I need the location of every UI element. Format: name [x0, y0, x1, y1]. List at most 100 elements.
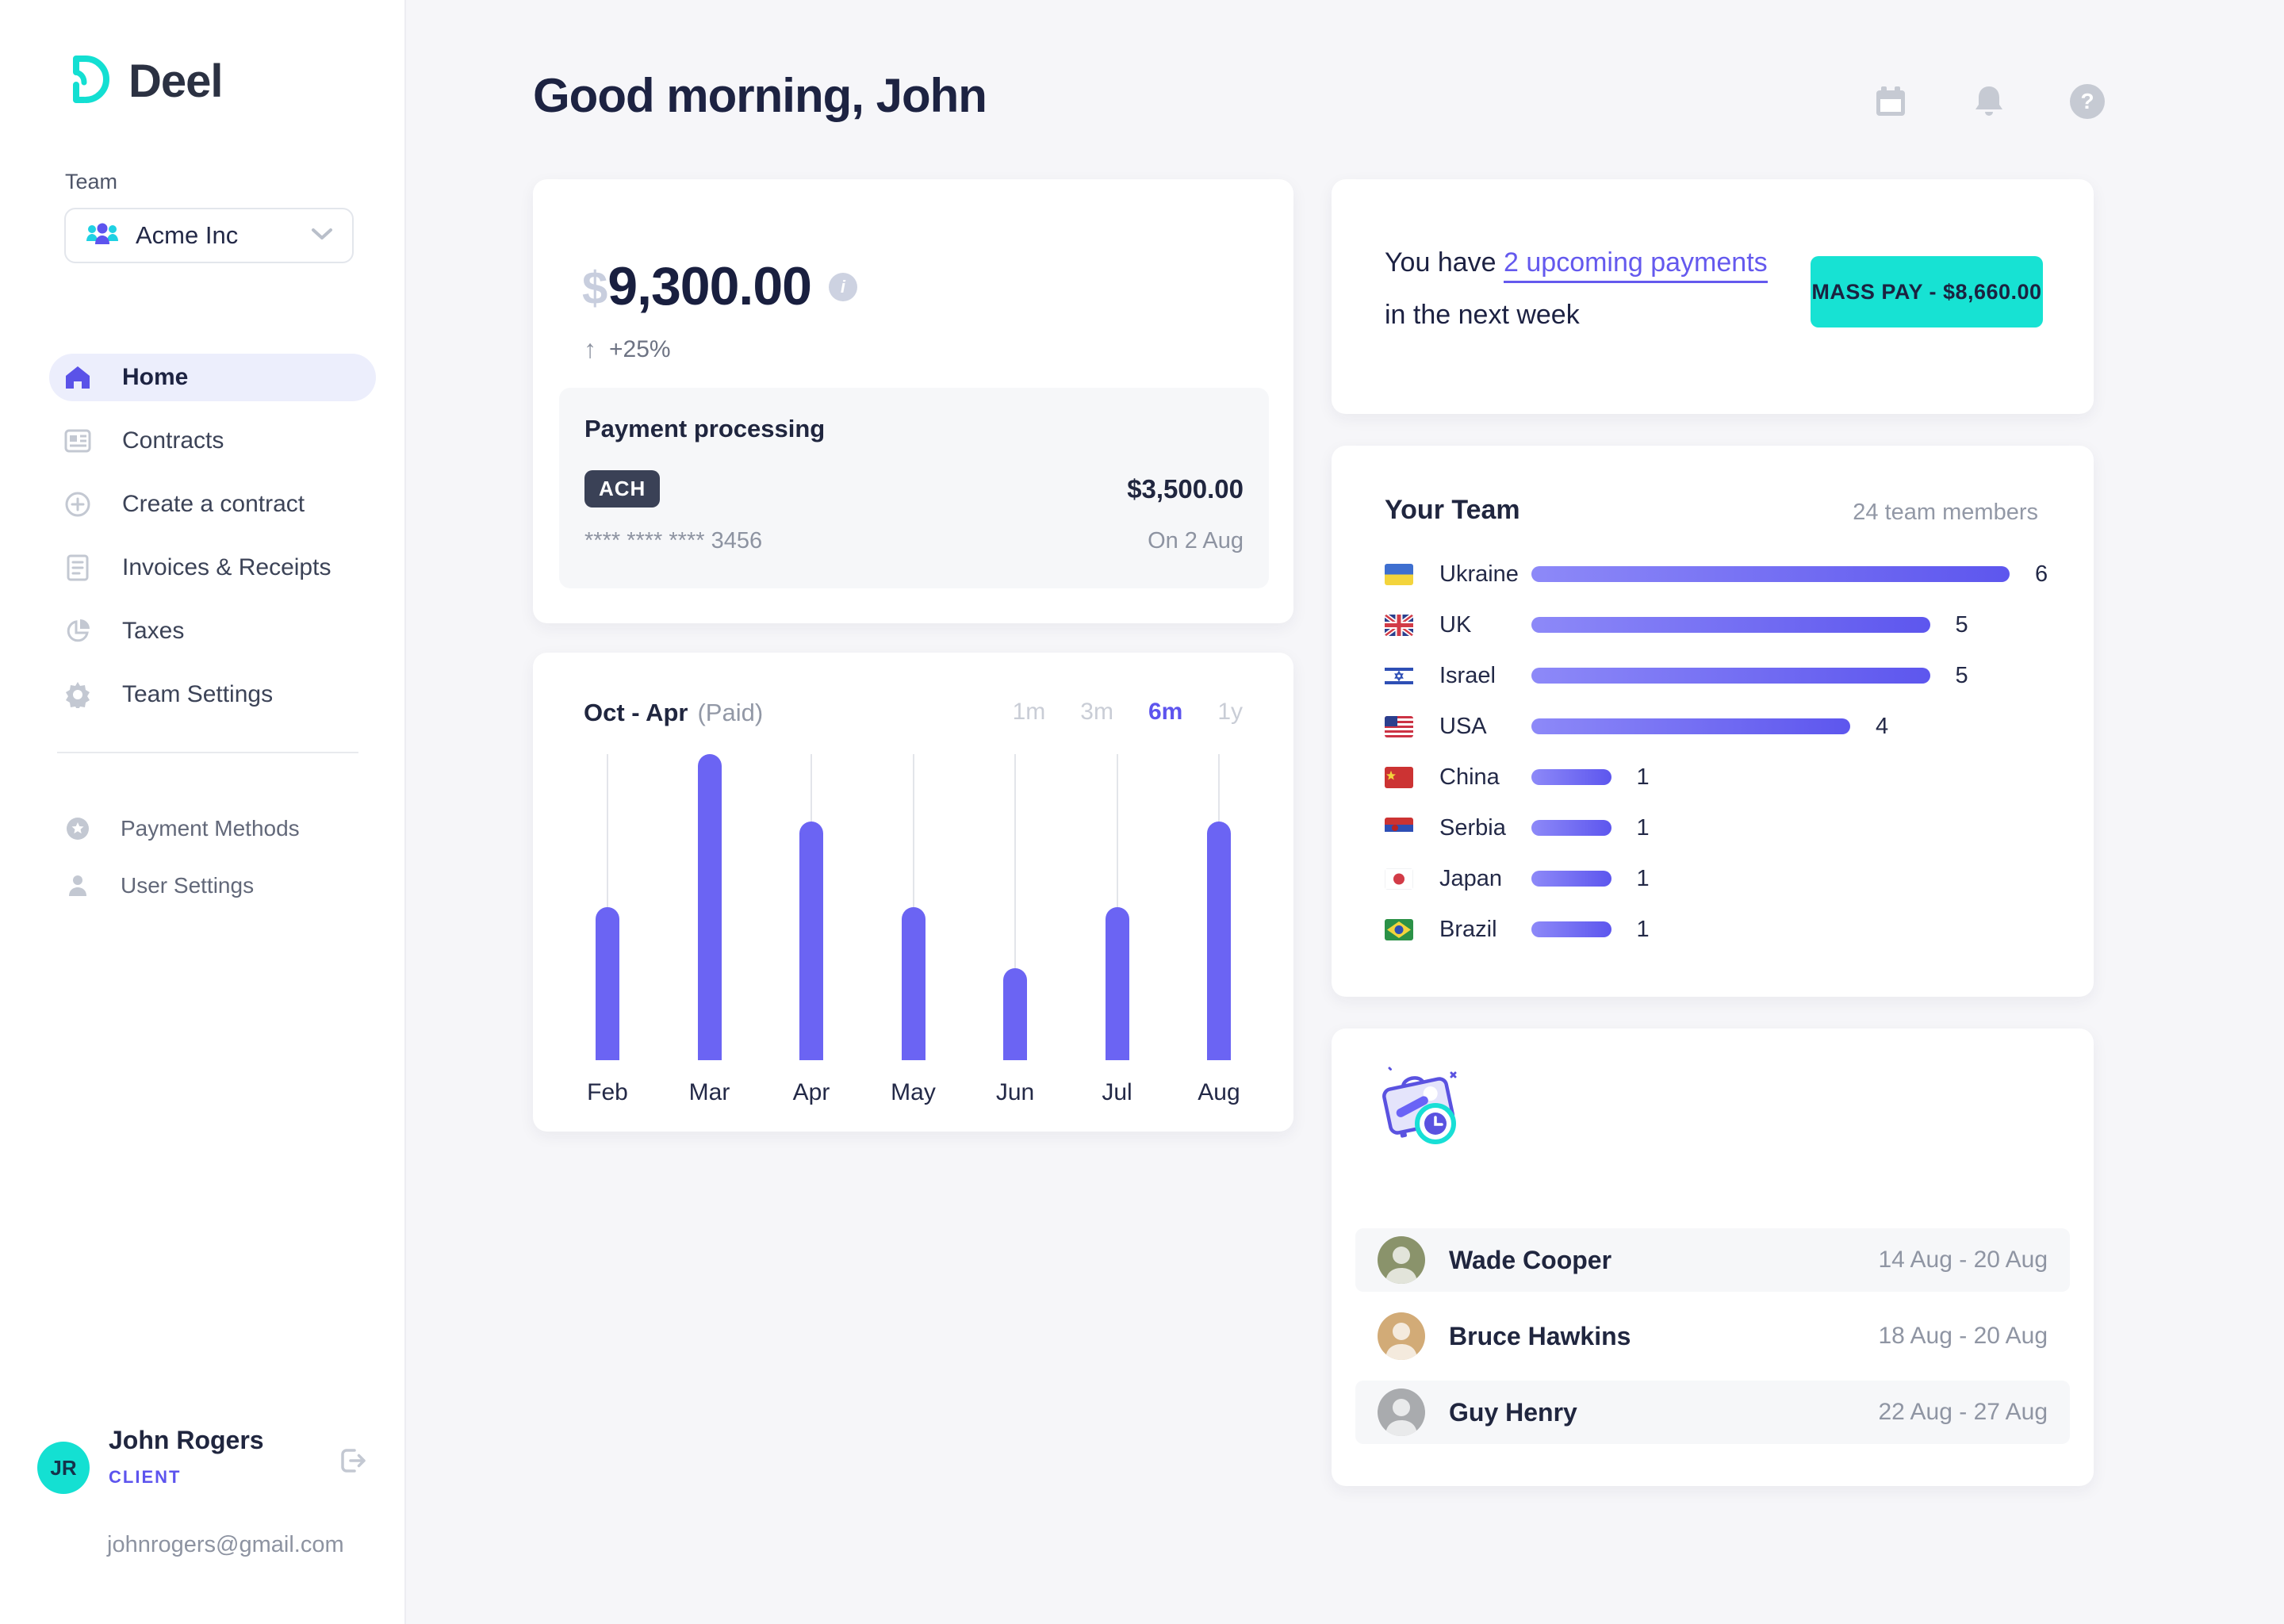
sidebar-item-taxes[interactable]: Taxes — [49, 607, 376, 655]
sidebar-item-user-settings[interactable]: User Settings — [63, 862, 406, 910]
country-count: 1 — [1637, 917, 1650, 943]
sidebar-item-label: Home — [122, 364, 188, 391]
sidebar-item-label: Payment Methods — [121, 816, 300, 841]
team-selector-value: Acme Inc — [136, 221, 295, 250]
range-3m[interactable]: 3m — [1080, 699, 1113, 726]
upcoming-payments-link[interactable]: 2 upcoming payments — [1504, 247, 1768, 283]
country-bar — [1531, 668, 1930, 684]
x-tick: Aug — [1194, 1079, 1244, 1106]
pie-chart-icon — [63, 617, 92, 645]
logout-icon[interactable] — [337, 1445, 369, 1480]
x-tick: Feb — [582, 1079, 633, 1106]
country-count: 6 — [2035, 561, 2048, 588]
team-card-title: Your Team — [1385, 495, 1520, 526]
secondary-nav: Payment Methods User Settings — [0, 805, 406, 910]
sidebar-item-contracts[interactable]: Contracts — [49, 417, 376, 465]
sidebar-item-team-settings[interactable]: Team Settings — [49, 671, 376, 718]
team-selector-dropdown[interactable]: Acme Inc — [64, 208, 354, 263]
chart-title: Oct - Apr (Paid) — [584, 699, 763, 727]
country-count: 1 — [1637, 815, 1650, 841]
country-count: 5 — [1956, 663, 1968, 689]
calendar-icon[interactable] — [1872, 82, 1910, 121]
flag-japan-icon — [1385, 868, 1413, 890]
sidebar-item-home[interactable]: Home — [49, 354, 376, 401]
info-icon[interactable]: i — [829, 273, 857, 301]
employee-name: Guy Henry — [1449, 1398, 1577, 1427]
range-1m[interactable]: 1m — [1013, 699, 1046, 726]
primary-nav: Home Contracts Create a contract Invoice… — [0, 354, 406, 734]
sidebar-divider — [57, 752, 358, 753]
country-count: 1 — [1637, 764, 1650, 791]
x-tick: Apr — [786, 1079, 837, 1106]
country-bar — [1531, 820, 1611, 836]
flag-ukraine-icon — [1385, 564, 1413, 585]
range-6m[interactable]: 6m — [1148, 699, 1182, 726]
paid-this-month-card: Paid this month Show last 30 days $ 9,30… — [533, 179, 1293, 623]
team-country-list: Ukraine 6 UK 5 Israel 5 USA 4 — [1385, 549, 2062, 955]
x-tick: May — [888, 1079, 939, 1106]
user-name: John Rogers — [109, 1426, 264, 1455]
amount-value: 9,300.00 — [607, 255, 811, 317]
country-bar — [1531, 871, 1611, 887]
country-count: 4 — [1876, 714, 1888, 740]
sidebar-item-invoices[interactable]: Invoices & Receipts — [49, 544, 376, 592]
paid-history-chart-card: Oct - Apr (Paid) 1m 3m 6m 1y Feb Mar Apr… — [533, 653, 1293, 1132]
flag-uk-icon — [1385, 615, 1413, 636]
avatar — [1378, 1312, 1425, 1360]
team-country-row: UK 5 — [1385, 599, 2062, 650]
x-tick: Jun — [990, 1079, 1040, 1106]
sidebar-item-label: Team Settings — [122, 681, 273, 708]
x-tick: Jul — [1092, 1079, 1143, 1106]
masked-card-number: **** **** **** 3456 — [584, 528, 762, 554]
team-country-row: Ukraine 6 — [1385, 549, 2062, 599]
time-off-row[interactable]: Guy Henry 22 Aug - 27 Aug — [1355, 1381, 2070, 1444]
team-country-row: China 1 — [1385, 752, 2062, 802]
time-off-row[interactable]: Wade Cooper 14 Aug - 20 Aug — [1355, 1228, 2070, 1292]
chart-title-subtitle: (Paid) — [697, 699, 763, 727]
time-off-row[interactable]: Bruce Hawkins 18 Aug - 20 Aug — [1355, 1304, 2070, 1368]
mass-pay-button[interactable]: MASS PAY - $8,660.00 — [1811, 256, 2043, 327]
bell-icon[interactable] — [1970, 82, 2008, 121]
sidebar-item-payment-methods[interactable]: Payment Methods — [63, 805, 406, 852]
text-after-link: in the next week — [1385, 300, 1580, 330]
header-icons: ? — [1872, 82, 2106, 121]
team-country-row: Israel 5 — [1385, 650, 2062, 701]
sidebar-item-label: Contracts — [122, 427, 224, 454]
payment-processing-panel: Payment processing ACH $3,500.00 **** **… — [559, 388, 1269, 588]
bar-column — [582, 754, 633, 1060]
country-label: Ukraine — [1439, 561, 1531, 588]
avatar — [1378, 1388, 1425, 1436]
time-off-list: Wade Cooper 14 Aug - 20 Aug Bruce Hawkin… — [1355, 1228, 2070, 1457]
star-circle-icon — [63, 814, 92, 843]
flag-israel-icon — [1385, 665, 1413, 687]
upcoming-time-off-card: Upcoming time off Wade Cooper 14 Aug - 2… — [1332, 1028, 2094, 1486]
bar-column — [684, 754, 735, 1060]
country-label: Serbia — [1439, 815, 1531, 841]
processing-amount: $3,500.00 — [1127, 474, 1244, 504]
sidebar-item-label: User Settings — [121, 873, 254, 898]
deel-logo: Deel — [65, 54, 223, 109]
gear-icon — [63, 680, 92, 709]
country-label: Japan — [1439, 866, 1531, 892]
bar-column — [990, 754, 1040, 1060]
bar-column — [1194, 754, 1244, 1060]
country-label: China — [1439, 764, 1531, 791]
plus-circle-icon — [63, 490, 92, 519]
avatar — [1378, 1236, 1425, 1284]
flag-brazil-icon — [1385, 919, 1413, 940]
sidebar-item-create-contract[interactable]: Create a contract — [49, 481, 376, 528]
range-1y[interactable]: 1y — [1217, 699, 1243, 726]
country-bar — [1531, 718, 1850, 734]
x-tick: Mar — [684, 1079, 735, 1106]
payment-method-badge: ACH — [584, 470, 660, 508]
country-bar — [1531, 921, 1611, 937]
help-icon[interactable]: ? — [2068, 82, 2106, 121]
team-label: Team — [65, 170, 117, 194]
payment-processing-title: Payment processing — [584, 415, 1244, 443]
delta-row: ↑ +25% — [584, 335, 671, 364]
avatar[interactable]: JR — [37, 1442, 90, 1494]
sidebar-item-label: Taxes — [122, 618, 184, 645]
sidebar-item-label: Invoices & Receipts — [122, 554, 331, 581]
delta-value: +25% — [609, 336, 671, 363]
arrow-up-icon: ↑ — [584, 335, 596, 364]
